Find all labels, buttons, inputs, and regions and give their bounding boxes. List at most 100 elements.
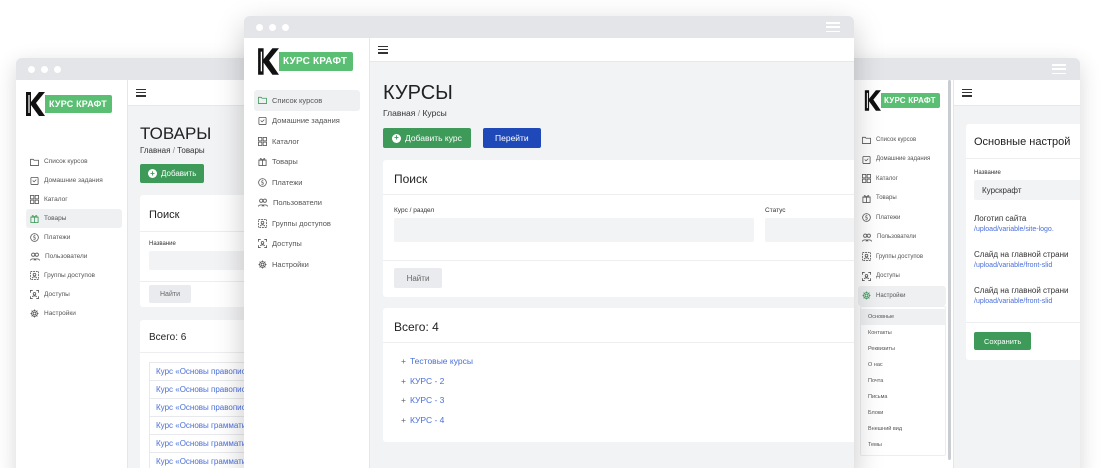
settings-submenu-item[interactable]: Контакты [861, 325, 945, 341]
grid-icon [862, 174, 871, 184]
course-tree-item[interactable]: + КУРС - 3 [401, 395, 801, 415]
sidebar-item[interactable]: Доступы [858, 267, 946, 287]
sidebar-item[interactable]: Пользователи [26, 247, 122, 266]
window-dot[interactable] [282, 23, 289, 31]
sidebar-nav: Список курсов Домашние задания Каталог Това… [254, 90, 360, 275]
sidebar-item[interactable]: Доступы [26, 285, 122, 304]
breadcrumb-home[interactable]: Главная [383, 108, 415, 118]
gift-icon [30, 214, 39, 223]
course-tree-label[interactable]: Тестовые курсы [410, 356, 473, 366]
find-button[interactable]: Найти [394, 268, 442, 288]
sidebar-item-label: Товары [44, 215, 67, 222]
slide1-path-link[interactable]: /upload/variable/front-slid [974, 262, 1052, 269]
sidebar-item[interactable]: $ Платежи [254, 172, 360, 193]
window-dot[interactable] [41, 65, 48, 73]
sidebar-item[interactable]: Товары [254, 152, 360, 173]
group-icon [862, 252, 871, 262]
status-select[interactable] [765, 218, 854, 242]
sidebar-item[interactable]: Пользователи [254, 193, 360, 214]
settings-submenu-item[interactable]: Внешний вид [861, 421, 945, 437]
window-dot[interactable] [28, 65, 35, 73]
slide2-path-link[interactable]: /upload/variable/front-slid [974, 298, 1052, 305]
clipboard-icon [862, 155, 871, 164]
settings-submenu-item[interactable]: Реквизиты [861, 341, 945, 357]
sidebar-item[interactable]: Домашние задания [858, 150, 946, 170]
sidebar-item[interactable]: Список курсов [26, 152, 122, 171]
logo-path-link[interactable]: /upload/variable/site-logo. [974, 226, 1054, 233]
sidebar-item[interactable]: Домашние задания [26, 171, 122, 190]
expand-plus-icon[interactable]: + [401, 356, 406, 366]
sidebar-item[interactable]: $ Платежи [26, 228, 122, 247]
sidebar-item[interactable]: Домашние задания [254, 111, 360, 132]
sidebar-item[interactable]: Настройки [858, 286, 946, 306]
sidebar-item-label: Пользователи [877, 234, 917, 241]
course-tree-label[interactable]: КУРС - 3 [410, 395, 444, 405]
window-dot[interactable] [256, 23, 263, 31]
save-button[interactable]: Сохранить [974, 332, 1032, 350]
course-tree-label[interactable]: КУРС - 4 [410, 415, 444, 425]
course-tree-item[interactable]: + Тестовые курсы [401, 356, 801, 376]
settings-submenu-item[interactable]: Блоки [861, 405, 945, 421]
folder-icon [30, 158, 39, 166]
sidebar-item[interactable]: Каталог [254, 131, 360, 152]
add-button[interactable]: + Добавить [140, 164, 205, 183]
course-tree-label[interactable]: КУРС - 2 [410, 376, 444, 386]
sidebar-item[interactable]: $ Платежи [858, 208, 946, 228]
sidebar-item-label: Группы доступов [272, 218, 331, 228]
clipboard-icon [258, 116, 267, 126]
sidebar-item[interactable]: Пользователи [858, 228, 946, 248]
breadcrumb: Главная / Курсы [383, 108, 447, 118]
name-input[interactable]: Курскрафт [974, 180, 1080, 200]
sidebar-item-label: Доступы [876, 273, 900, 280]
sidebar-item-label: Платежи [876, 214, 901, 221]
add-course-button[interactable]: + Добавить курс [383, 128, 471, 148]
topbar [370, 38, 854, 62]
hamburger-menu-icon[interactable] [136, 88, 146, 97]
sidebar-item[interactable]: Список курсов [254, 90, 360, 111]
logo[interactable]: КУРС КРАФТ [257, 48, 354, 75]
sidebar-item[interactable]: Список курсов [858, 130, 946, 150]
sidebar-item[interactable]: Каталог [858, 169, 946, 189]
sidebar-item-label: Настройки [44, 310, 76, 317]
expand-plus-icon[interactable]: + [401, 395, 406, 405]
expand-plus-icon[interactable]: + [401, 376, 406, 386]
sidebar-item[interactable]: Товары [858, 189, 946, 209]
sidebar-item[interactable]: Доступы [254, 234, 360, 255]
logo[interactable]: КУРС КРАФТ [25, 92, 112, 116]
find-button[interactable]: Найти [149, 285, 191, 303]
breadcrumb-home[interactable]: Главная [140, 146, 170, 155]
course-tree-item[interactable]: + КУРС - 4 [401, 415, 801, 435]
sidebar-item[interactable]: Группы доступов [254, 213, 360, 234]
access-icon [258, 239, 267, 249]
hamburger-menu-icon[interactable] [962, 88, 972, 97]
sidebar-scrollbar[interactable] [948, 80, 951, 460]
expand-plus-icon[interactable]: + [401, 415, 406, 425]
sidebar-item[interactable]: Группы доступов [26, 266, 122, 285]
window-dot[interactable] [269, 23, 276, 31]
settings-submenu-item[interactable]: Почта [861, 373, 945, 389]
sidebar: КУРС КРАФТ Список курсов Домашние задания… [244, 38, 370, 468]
window-titlebar [848, 58, 1080, 80]
settings-submenu-item[interactable]: Темы [861, 437, 945, 453]
settings-submenu-item[interactable]: О нас [861, 357, 945, 373]
course-tree-item[interactable]: + КУРС - 2 [401, 376, 801, 396]
course-section-input[interactable] [394, 218, 754, 242]
settings-submenu-item[interactable]: Основные [861, 309, 945, 325]
sidebar-item[interactable]: Настройки [254, 254, 360, 275]
logo[interactable]: КУРС КРАФТ [864, 90, 940, 111]
sidebar-item[interactable]: Товары [26, 209, 122, 228]
plus-circle-icon: + [148, 169, 157, 178]
breadcrumb-separator: / [172, 146, 175, 155]
sidebar-item[interactable]: Группы доступов [858, 247, 946, 267]
sidebar-item[interactable]: Каталог [26, 190, 122, 209]
window-menu-icon[interactable] [826, 22, 840, 32]
add-button-label: Добавить [161, 169, 197, 178]
go-button[interactable]: Перейти [483, 128, 541, 148]
settings-submenu-item[interactable]: Письма [861, 389, 945, 405]
hamburger-menu-icon[interactable] [378, 45, 388, 54]
window-dot[interactable] [54, 65, 61, 73]
window-menu-icon[interactable] [1052, 64, 1066, 74]
sidebar-item[interactable]: Настройки [26, 304, 122, 323]
add-course-button-label: Добавить курс [405, 133, 462, 143]
logo-text: КУРС КРАФТ [279, 52, 354, 71]
